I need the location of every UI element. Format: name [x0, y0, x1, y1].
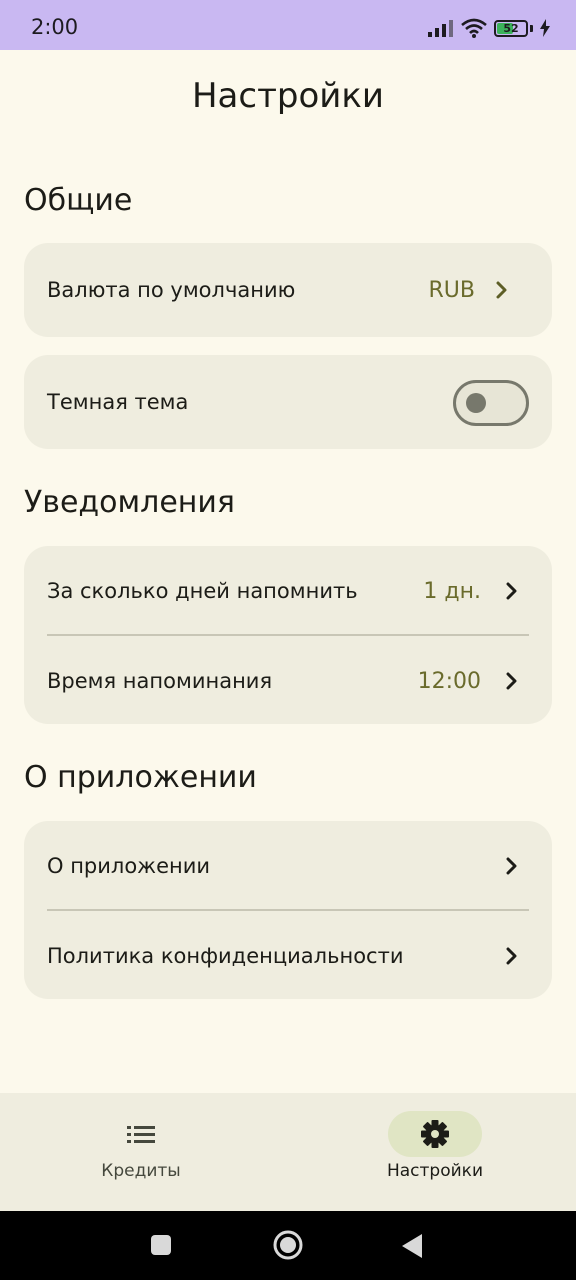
status-time: 2:00	[31, 15, 79, 39]
chevron-right-icon	[506, 857, 517, 875]
chevron-right-icon	[506, 947, 517, 965]
back-icon[interactable]	[400, 1233, 424, 1259]
reminder-time-value: 12:00	[417, 668, 481, 694]
nav-pill-active	[388, 1111, 482, 1157]
reminder-days-row[interactable]: За сколько дней напомнить 1 дн.	[24, 546, 552, 636]
section-heading-general: Общие	[24, 183, 133, 218]
dark-theme-card: Темная тема	[24, 355, 552, 449]
about-app-label: О приложении	[47, 854, 211, 878]
nav-label-settings: Настройки	[386, 1161, 483, 1181]
charging-icon	[540, 19, 550, 37]
nav-item-settings[interactable]: Настройки	[376, 1093, 494, 1211]
list-icon	[127, 1126, 155, 1143]
section-heading-about: О приложении	[24, 760, 257, 795]
privacy-policy-row[interactable]: Политика конфиденциальности	[24, 911, 552, 1001]
about-card: О приложении Политика конфиденциальности	[24, 821, 552, 999]
dark-theme-row: Темная тема	[24, 357, 552, 447]
home-icon[interactable]	[272, 1229, 304, 1261]
signal-icon	[428, 20, 453, 37]
nav-item-credits[interactable]: Кредиты	[94, 1093, 188, 1211]
currency-value: RUB	[428, 277, 475, 303]
notifications-card: За сколько дней напомнить 1 дн. Время на…	[24, 546, 552, 724]
page-title: Настройки	[191, 76, 384, 116]
reminder-time-row[interactable]: Время напоминания 12:00	[24, 636, 552, 726]
chevron-right-icon	[506, 582, 517, 600]
bottom-navigation: Кредиты Настройки	[0, 1093, 576, 1211]
system-navigation-bar	[0, 1211, 576, 1280]
reminder-time-label: Время напоминания	[47, 669, 273, 693]
status-bar: 2:00 52	[0, 0, 576, 50]
currency-row[interactable]: Валюта по умолчанию RUB	[24, 245, 552, 335]
chevron-right-icon	[506, 672, 517, 690]
nav-label-credits: Кредиты	[101, 1161, 181, 1181]
currency-label: Валюта по умолчанию	[47, 278, 296, 302]
currency-card: Валюта по умолчанию RUB	[24, 243, 552, 337]
chevron-right-icon	[496, 281, 507, 299]
toggle-knob	[466, 393, 486, 413]
reminder-days-label: За сколько дней напомнить	[47, 579, 358, 603]
nav-pill	[94, 1111, 188, 1157]
section-heading-notifications: Уведомления	[24, 485, 235, 520]
dark-theme-label: Темная тема	[47, 390, 189, 414]
status-icons: 52	[428, 15, 550, 41]
battery-level: 52	[503, 21, 519, 35]
privacy-policy-label: Политика конфиденциальности	[47, 944, 404, 968]
reminder-days-value: 1 дн.	[423, 578, 481, 604]
gear-icon	[421, 1120, 449, 1148]
dark-theme-toggle[interactable]	[453, 380, 529, 426]
recent-apps-icon[interactable]	[150, 1234, 172, 1256]
about-app-row[interactable]: О приложении	[24, 821, 552, 911]
wifi-icon	[461, 18, 487, 38]
battery-icon: 52	[494, 19, 528, 37]
